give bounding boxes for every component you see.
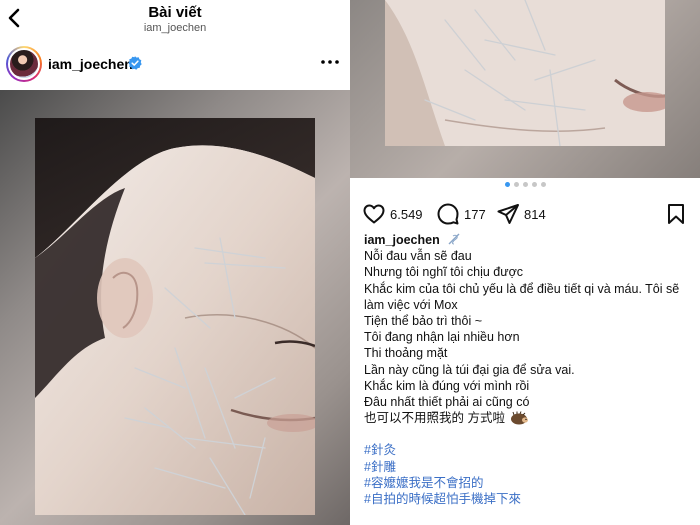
- send-icon: [497, 204, 519, 224]
- verified-badge-icon: [128, 56, 142, 70]
- hedgehog-emoji-icon: [511, 411, 529, 425]
- comment-button[interactable]: 177: [436, 202, 486, 226]
- post-view-right: 6.549 177 814 iam_joechen Nỗi đau vẫn sẽ…: [350, 0, 700, 525]
- caption-line: Khắc kim của tôi chủ yếu là để điều tiết…: [364, 281, 680, 312]
- share-count: 814: [524, 206, 546, 222]
- avatar-story-ring[interactable]: [6, 46, 42, 82]
- carousel-dot-active: [504, 182, 510, 187]
- post-view-left: Bài viết iam_joechen iam_joechen: [0, 0, 350, 525]
- avatar: [8, 48, 40, 80]
- comment-icon: [437, 203, 459, 225]
- caption-line-last: 也可以不用照我的 方式啦: [364, 410, 694, 426]
- post-photo-crop[interactable]: [350, 0, 700, 178]
- top-bar: Bài viết iam_joechen: [0, 0, 350, 40]
- share-button[interactable]: 814: [496, 202, 546, 226]
- page-subtitle: iam_joechen: [143, 22, 207, 34]
- hashtag-link[interactable]: #針灸: [364, 442, 694, 458]
- caption-line: Nỗi đau vẫn sẽ đau: [364, 249, 472, 264]
- page-title: Bài viết: [148, 4, 202, 21]
- caption-header: iam_joechen: [364, 232, 694, 248]
- carousel-dot: [531, 182, 537, 187]
- action-bar: 6.549 177 814: [350, 198, 700, 230]
- caption-line: Tôi đang nhận lại nhiều hơn: [364, 330, 520, 345]
- heart-icon: [363, 204, 385, 224]
- caption-line: Lần này cũng là túi đại gia để sửa vai.: [364, 362, 575, 377]
- carousel-dot: [522, 182, 528, 187]
- caption-line: Thi thoảng mặt: [364, 346, 448, 361]
- photo-illustration: [35, 118, 315, 515]
- hashtag-link[interactable]: #自拍的時候超怕手機掉下來: [364, 491, 694, 507]
- acupuncture-face-crop: [385, 0, 665, 146]
- carousel-indicator: [350, 182, 700, 192]
- caption-username[interactable]: iam_joechen: [364, 233, 440, 247]
- more-options-icon[interactable]: [318, 52, 342, 72]
- caption-line: Đâu nhất thiết phải ai cũng có: [364, 395, 530, 410]
- crop-illustration: [385, 0, 665, 146]
- caption-line: Nhưng tôi nghĩ tôi chịu được: [364, 265, 524, 280]
- caption-line: Tiện thể bảo trì thôi ~: [364, 314, 483, 329]
- hashtag-link[interactable]: #容嬤嬤我是不會招的: [364, 475, 694, 491]
- bookmark-icon[interactable]: [664, 202, 688, 226]
- like-button[interactable]: 6.549: [362, 202, 423, 226]
- carousel-dot: [513, 182, 519, 187]
- post-header: iam_joechen: [0, 40, 350, 90]
- caption-line: Khắc kim là đúng với mình rồi: [364, 378, 530, 393]
- post-username[interactable]: iam_joechen: [48, 56, 133, 72]
- needle-emoji-icon: [448, 233, 460, 245]
- like-count: 6.549: [390, 206, 423, 222]
- acupuncture-face-photo: [35, 118, 315, 515]
- comment-count: 177: [464, 206, 486, 222]
- hashtag-link[interactable]: #針雕: [364, 459, 694, 475]
- caption-line-text: 也可以不用照我的 方式啦: [364, 411, 505, 426]
- post-photo[interactable]: [0, 90, 350, 525]
- carousel-dot: [540, 182, 546, 187]
- post-caption: iam_joechen Nỗi đau vẫn sẽ đau Nhưng tôi…: [364, 232, 694, 507]
